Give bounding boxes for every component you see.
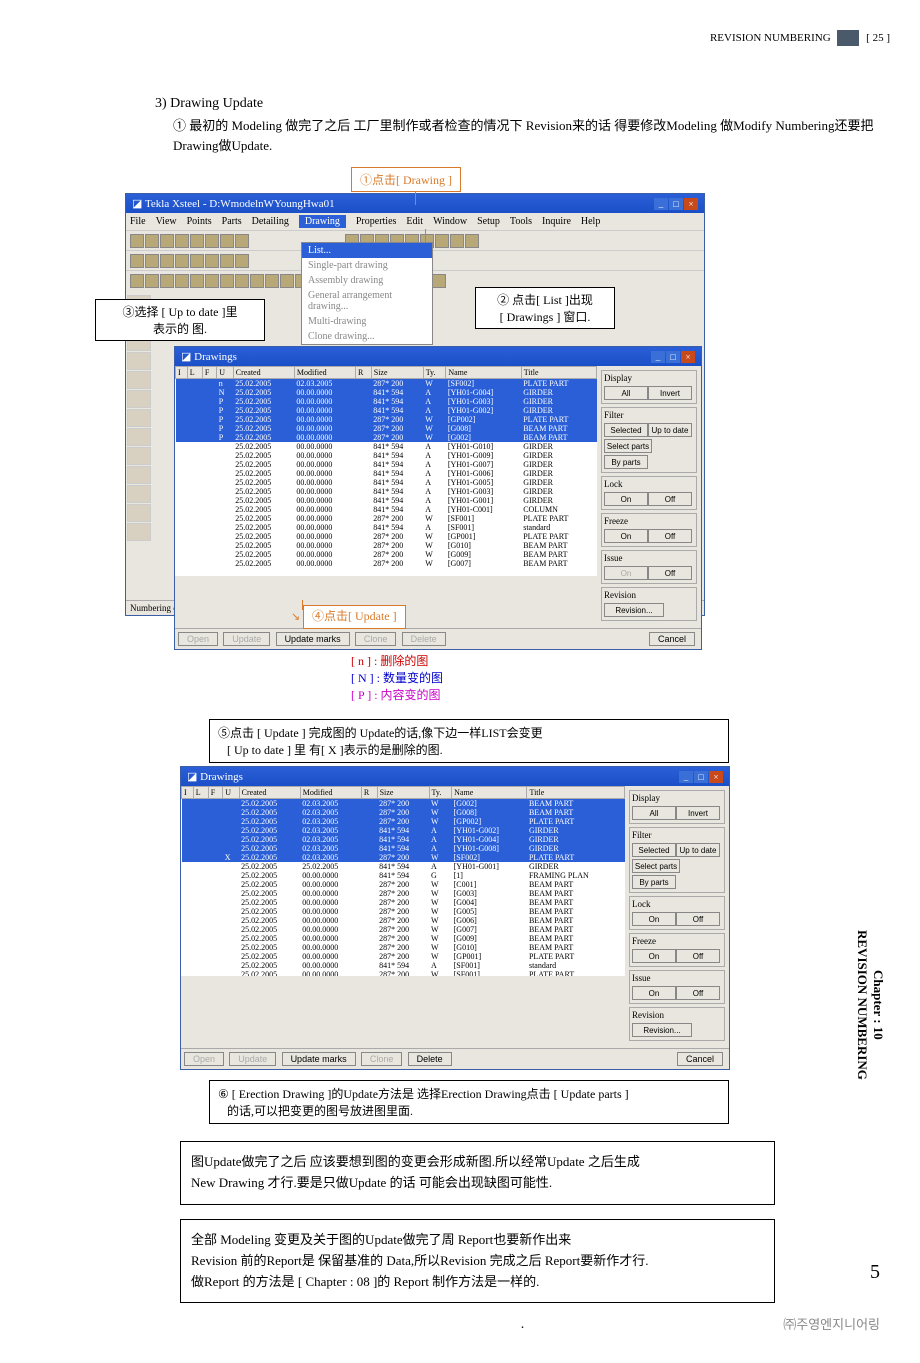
drawings-table-2[interactable]: ILFUCreatedModifiedRSizeTy.NameTitle25.0…: [181, 786, 625, 976]
update-button[interactable]: Update: [223, 632, 270, 646]
freeze-on-button[interactable]: On: [604, 529, 648, 543]
drawings-window: ◪ Drawings_□× ILFUCreatedModifiedRSizeTy…: [174, 346, 702, 650]
section-title: 3) Drawing Update: [155, 96, 890, 112]
window-buttons[interactable]: _□×: [653, 198, 698, 210]
header-icon: [837, 30, 859, 46]
drawings-table-1[interactable]: ILFUCreatedModifiedRSizeTy.NameTitlen25.…: [175, 366, 597, 568]
info-2: 全部 Modeling 变更及关于图的Update做完了周 Report也要新作…: [180, 1219, 775, 1303]
invert-button[interactable]: Invert: [648, 386, 692, 400]
uptodate-button[interactable]: Up to date: [648, 423, 692, 437]
footer: 5 ㈜주영엔지니어링: [783, 1261, 880, 1333]
callout-1: ①点击[ Drawing ]: [351, 167, 461, 192]
open-button[interactable]: Open: [178, 632, 218, 646]
page-header: REVISION NUMBERING [ 25 ]: [155, 30, 890, 46]
selected-button[interactable]: Selected: [604, 423, 648, 437]
delete-button[interactable]: Delete: [402, 632, 446, 646]
subwin-buttons-2[interactable]: _□×: [678, 771, 723, 783]
updatemarks-button[interactable]: Update marks: [276, 632, 350, 646]
drawings-window-2: ◪ Drawings_□× ILFUCreatedModifiedRSizeTy…: [180, 766, 730, 1070]
info-1: 图Update做完了之后 应该要想到图的变更会形成新图.所以经常Update 之…: [180, 1141, 775, 1205]
display-panel-2: DisplayAllInvert FilterSelectedUp to dat…: [625, 786, 729, 1048]
subwin-buttons[interactable]: _□×: [650, 351, 695, 363]
callout-3: ③选择 [ Up to date ]里表示的 图.: [95, 299, 265, 341]
selectparts-button[interactable]: Select parts: [604, 439, 652, 453]
legend: [ n ] : 删除的图 [ N ] : 数量变的图 [ P ] : 内容变的图: [351, 653, 890, 703]
all-button[interactable]: All: [604, 386, 648, 400]
callout-4: ④点击[ Update ]: [303, 605, 406, 629]
tekla-window: ◪ Tekla Xsteel - D:WmodelnWYoungHwa01 _□…: [125, 193, 705, 616]
menubar[interactable]: FileViewPointsPartsDetailingDrawingPrope…: [126, 213, 704, 230]
drawing-menu-dropdown[interactable]: List...Single-part drawingAssembly drawi…: [301, 242, 433, 345]
revision-button[interactable]: Revision...: [604, 603, 664, 617]
page-dot: .: [155, 1317, 890, 1333]
callout-2: ② 点击[ List ]出现[ Drawings ] 窗口.: [475, 287, 615, 329]
issue-on-button[interactable]: On: [604, 566, 648, 580]
section-body: ① 最初的 Modeling 做完了之后 工厂里制作或者检查的情况下 Revis…: [173, 116, 890, 155]
byparts-button[interactable]: By parts: [604, 455, 648, 469]
app-icon: ◪: [132, 198, 142, 210]
delete-button-2[interactable]: Delete: [408, 1052, 452, 1066]
freeze-off-button[interactable]: Off: [648, 529, 692, 543]
lock-on-button[interactable]: On: [604, 492, 648, 506]
display-panel: DisplayAllInvert FilterSelectedUp to dat…: [597, 366, 701, 628]
subwin-icon: ◪: [181, 351, 191, 363]
cancel-button[interactable]: Cancel: [649, 632, 695, 646]
chapter-label: Chapter : 10REVISION NUMBERING: [854, 930, 886, 1080]
clone-button[interactable]: Clone: [355, 632, 397, 646]
lock-off-button[interactable]: Off: [648, 492, 692, 506]
issue-off-button[interactable]: Off: [648, 566, 692, 580]
subwin-icon-2: ◪: [187, 771, 197, 783]
note-6: ⑥ [ Erection Drawing ]的Update方法是 选择Erect…: [209, 1080, 729, 1124]
note-5: ⑤点击 [ Update ] 完成图的 Update的话,像下边一样LIST会变…: [209, 719, 729, 763]
